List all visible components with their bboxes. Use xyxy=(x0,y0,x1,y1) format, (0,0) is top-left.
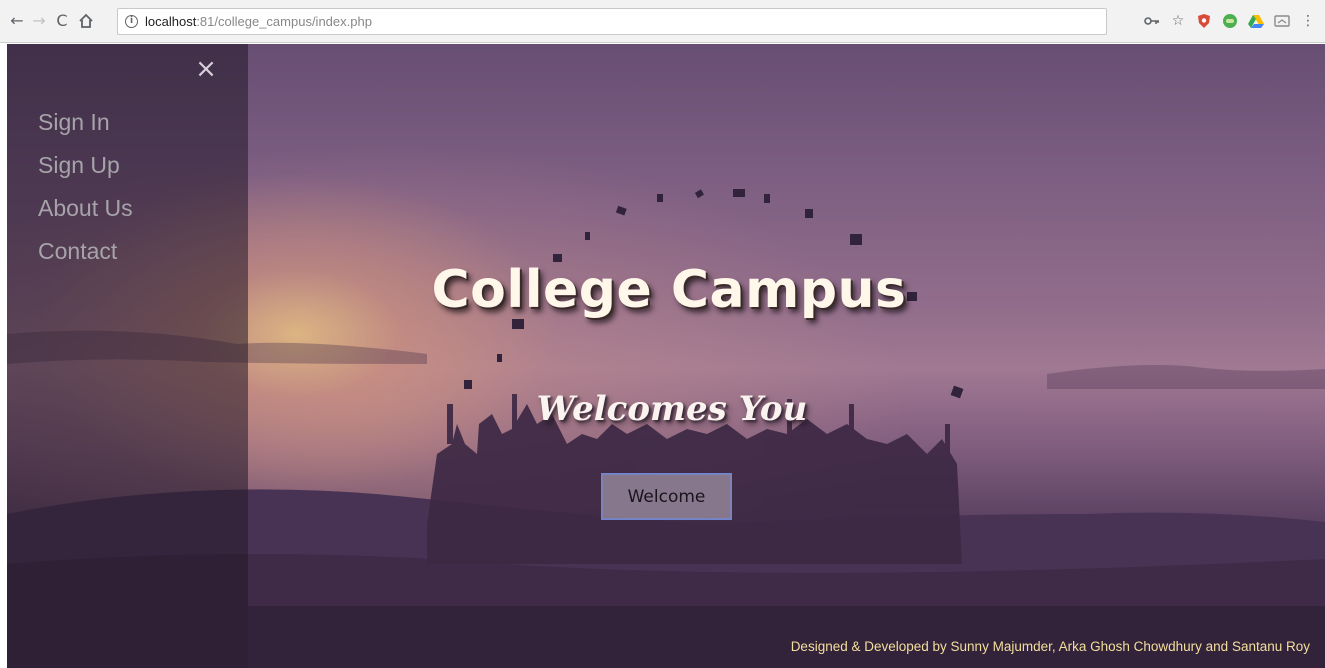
menu-dots-icon[interactable]: ⋮ xyxy=(1299,12,1317,30)
footer: Designed & Developed by Sunny Majumder, … xyxy=(248,606,1325,668)
nav-item-sign-in[interactable]: Sign In xyxy=(38,109,110,136)
url-text[interactable]: localhost:81/college_campus/index.php xyxy=(145,14,372,29)
address-bar[interactable]: i localhost:81/college_campus/index.php xyxy=(117,8,1107,35)
drive-icon[interactable] xyxy=(1247,12,1265,30)
back-arrow-icon[interactable]: ← xyxy=(8,12,26,30)
reload-icon[interactable]: C xyxy=(53,12,71,30)
side-navigation: × Sign In Sign Up About Us Contact xyxy=(7,44,248,668)
green-extension-icon[interactable] xyxy=(1221,12,1239,30)
nav-item-contact[interactable]: Contact xyxy=(38,238,117,265)
nav-item-sign-up[interactable]: Sign Up xyxy=(38,152,120,179)
key-icon[interactable] xyxy=(1143,12,1161,30)
welcome-button[interactable]: Welcome xyxy=(601,473,732,520)
page-viewport: × Sign In Sign Up About Us Contact Colle… xyxy=(7,44,1325,668)
star-icon[interactable]: ☆ xyxy=(1169,12,1187,30)
forward-arrow-icon[interactable]: → xyxy=(30,12,48,30)
hero-title: College Campus xyxy=(431,260,907,320)
shield-extension-icon[interactable] xyxy=(1195,12,1213,30)
footer-credits: Designed & Developed by Sunny Majumder, … xyxy=(790,639,1310,654)
nav-item-about-us[interactable]: About Us xyxy=(38,195,133,222)
home-icon[interactable] xyxy=(77,12,95,30)
info-icon[interactable]: i xyxy=(125,15,138,28)
browser-toolbar: ← → C i localhost:81/college_campus/inde… xyxy=(0,0,1325,43)
hero-subtitle: Welcomes You xyxy=(536,389,808,429)
extension-icons: ☆ ⋮ xyxy=(1143,11,1317,31)
close-icon[interactable]: × xyxy=(193,56,219,82)
cast-icon[interactable] xyxy=(1273,12,1291,30)
